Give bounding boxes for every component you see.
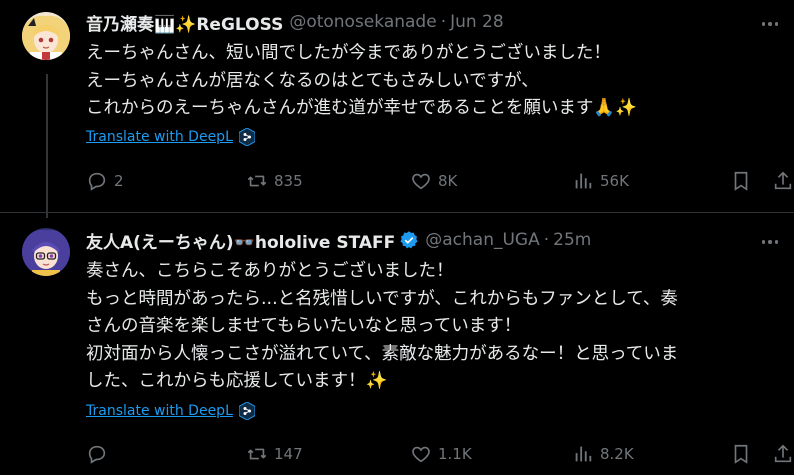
display-name[interactable]: 友人A(えーちゃん)👓hololive STAFF bbox=[86, 228, 395, 253]
tweet-text-line: 初対面から人懐っこさが溢れていて、素敵な魅力があるなー！と思っていま bbox=[86, 343, 679, 364]
like-count: 8K bbox=[438, 172, 458, 190]
more-dot-icon bbox=[774, 22, 779, 26]
reply-icon bbox=[88, 445, 106, 464]
views-count: 56K bbox=[600, 172, 629, 190]
user-handle[interactable]: @otonosekanade bbox=[289, 12, 436, 32]
views-bar-chart-icon bbox=[575, 173, 592, 189]
translate-deepl-link[interactable]: Translate with DeepL bbox=[86, 128, 255, 146]
views-button[interactable]: 56K bbox=[572, 168, 629, 194]
heart-icon bbox=[412, 446, 430, 463]
separator-dot: · bbox=[440, 12, 447, 32]
share-button[interactable] bbox=[772, 441, 794, 467]
verified-check-icon bbox=[400, 231, 418, 249]
timestamp[interactable]: Jun 28 bbox=[450, 12, 504, 32]
bookmark-icon bbox=[734, 444, 748, 464]
views-bar-chart-icon bbox=[575, 446, 592, 462]
tweet-otonosekanade[interactable]: 音乃瀬奏🎹✨ReGLOSS @otonosekanade · Jun 28 えー… bbox=[0, 0, 794, 218]
tweet-header: 音乃瀬奏🎹✨ReGLOSS @otonosekanade · Jun 28 bbox=[86, 10, 504, 35]
like-button[interactable]: 1.1K bbox=[410, 441, 472, 467]
retweet-icon bbox=[247, 175, 267, 187]
thread-connector-line bbox=[46, 74, 48, 218]
tweet-achan-uga[interactable]: 友人A(えーちゃん)👓hololive STAFF @achan_UGA · 2… bbox=[0, 212, 794, 475]
translate-label[interactable]: Translate with DeepL bbox=[86, 129, 233, 145]
tweet-text-line: これからのえーちゃんさんが進む道が幸せであることを願います🙏✨ bbox=[86, 98, 637, 118]
separator-dot: · bbox=[543, 230, 550, 250]
display-name[interactable]: 音乃瀬奏🎹✨ReGLOSS bbox=[86, 10, 283, 35]
retweet-count: 835 bbox=[274, 172, 303, 190]
share-icon bbox=[774, 171, 792, 190]
tweet-text-line: えーちゃんさんが居なくなるのはとてもさみしいですが、 bbox=[86, 70, 539, 91]
tweet-text-line: えーちゃんさん、短い間でしたが今までありがとうございました！ bbox=[86, 43, 611, 63]
reply-button[interactable] bbox=[86, 441, 114, 467]
like-count: 1.1K bbox=[438, 445, 472, 463]
reply-button[interactable]: 2 bbox=[86, 168, 124, 194]
views-button[interactable]: 8.2K bbox=[572, 441, 634, 467]
avatar[interactable] bbox=[22, 12, 70, 60]
bookmark-icon bbox=[734, 171, 748, 191]
views-count: 8.2K bbox=[600, 445, 634, 463]
tweet-text-line: さんの音楽を楽しませてもらいたいなと思っています！ bbox=[86, 316, 522, 336]
more-dot-icon bbox=[761, 240, 766, 244]
tweet-actions: 147 1.1K 8.2K bbox=[86, 441, 794, 467]
tweet-text-line: 奏さん、こちらこそありがとうございました！ bbox=[86, 261, 454, 281]
translate-label[interactable]: Translate with DeepL bbox=[86, 403, 233, 419]
verified-badge-icon[interactable] bbox=[399, 230, 419, 250]
tweet-header: 友人A(えーちゃん)👓hololive STAFF @achan_UGA · 2… bbox=[86, 228, 591, 253]
share-icon bbox=[774, 444, 792, 463]
like-button[interactable]: 8K bbox=[410, 168, 457, 194]
retweet-count: 147 bbox=[274, 445, 303, 463]
tweet-actions: 2 835 8K 56K bbox=[86, 168, 794, 194]
tweet-text-line: もっと時間があったら...と名残惜しいですが、これからもファンとして、奏 bbox=[86, 288, 678, 309]
reply-icon bbox=[88, 172, 106, 191]
deepl-icon bbox=[238, 128, 255, 146]
tweet-text-line: した、これからも応援しています！✨ bbox=[86, 371, 388, 391]
avatar-image-blonde bbox=[22, 12, 70, 60]
timestamp[interactable]: 25m bbox=[553, 230, 591, 250]
heart-icon bbox=[412, 173, 430, 190]
more-options-button[interactable] bbox=[758, 14, 782, 34]
more-dot-icon bbox=[774, 240, 779, 244]
bookmark-button[interactable] bbox=[730, 168, 752, 194]
retweet-button[interactable]: 835 bbox=[246, 168, 303, 194]
retweet-icon bbox=[247, 448, 267, 460]
avatar-image-purple-hair bbox=[22, 228, 70, 276]
reply-count: 2 bbox=[114, 172, 124, 190]
tweet-text: えーちゃんさん、短い間でしたが今までありがとうございました！ えーちゃんさんが居… bbox=[86, 40, 786, 123]
tweet-text: 奏さん、こちらこそありがとうございました！ もっと時間があったら...と名残惜し… bbox=[86, 258, 786, 396]
deepl-icon bbox=[238, 402, 255, 420]
share-button[interactable] bbox=[772, 168, 794, 194]
more-dot-icon bbox=[768, 22, 772, 26]
translate-deepl-link[interactable]: Translate with DeepL bbox=[86, 402, 255, 420]
avatar[interactable] bbox=[22, 228, 70, 276]
retweet-button[interactable]: 147 bbox=[246, 441, 303, 467]
more-dot-icon bbox=[768, 240, 772, 244]
more-dot-icon bbox=[761, 22, 766, 26]
user-handle[interactable]: @achan_UGA bbox=[425, 230, 539, 250]
more-options-button[interactable] bbox=[758, 232, 782, 252]
bookmark-button[interactable] bbox=[730, 441, 752, 467]
